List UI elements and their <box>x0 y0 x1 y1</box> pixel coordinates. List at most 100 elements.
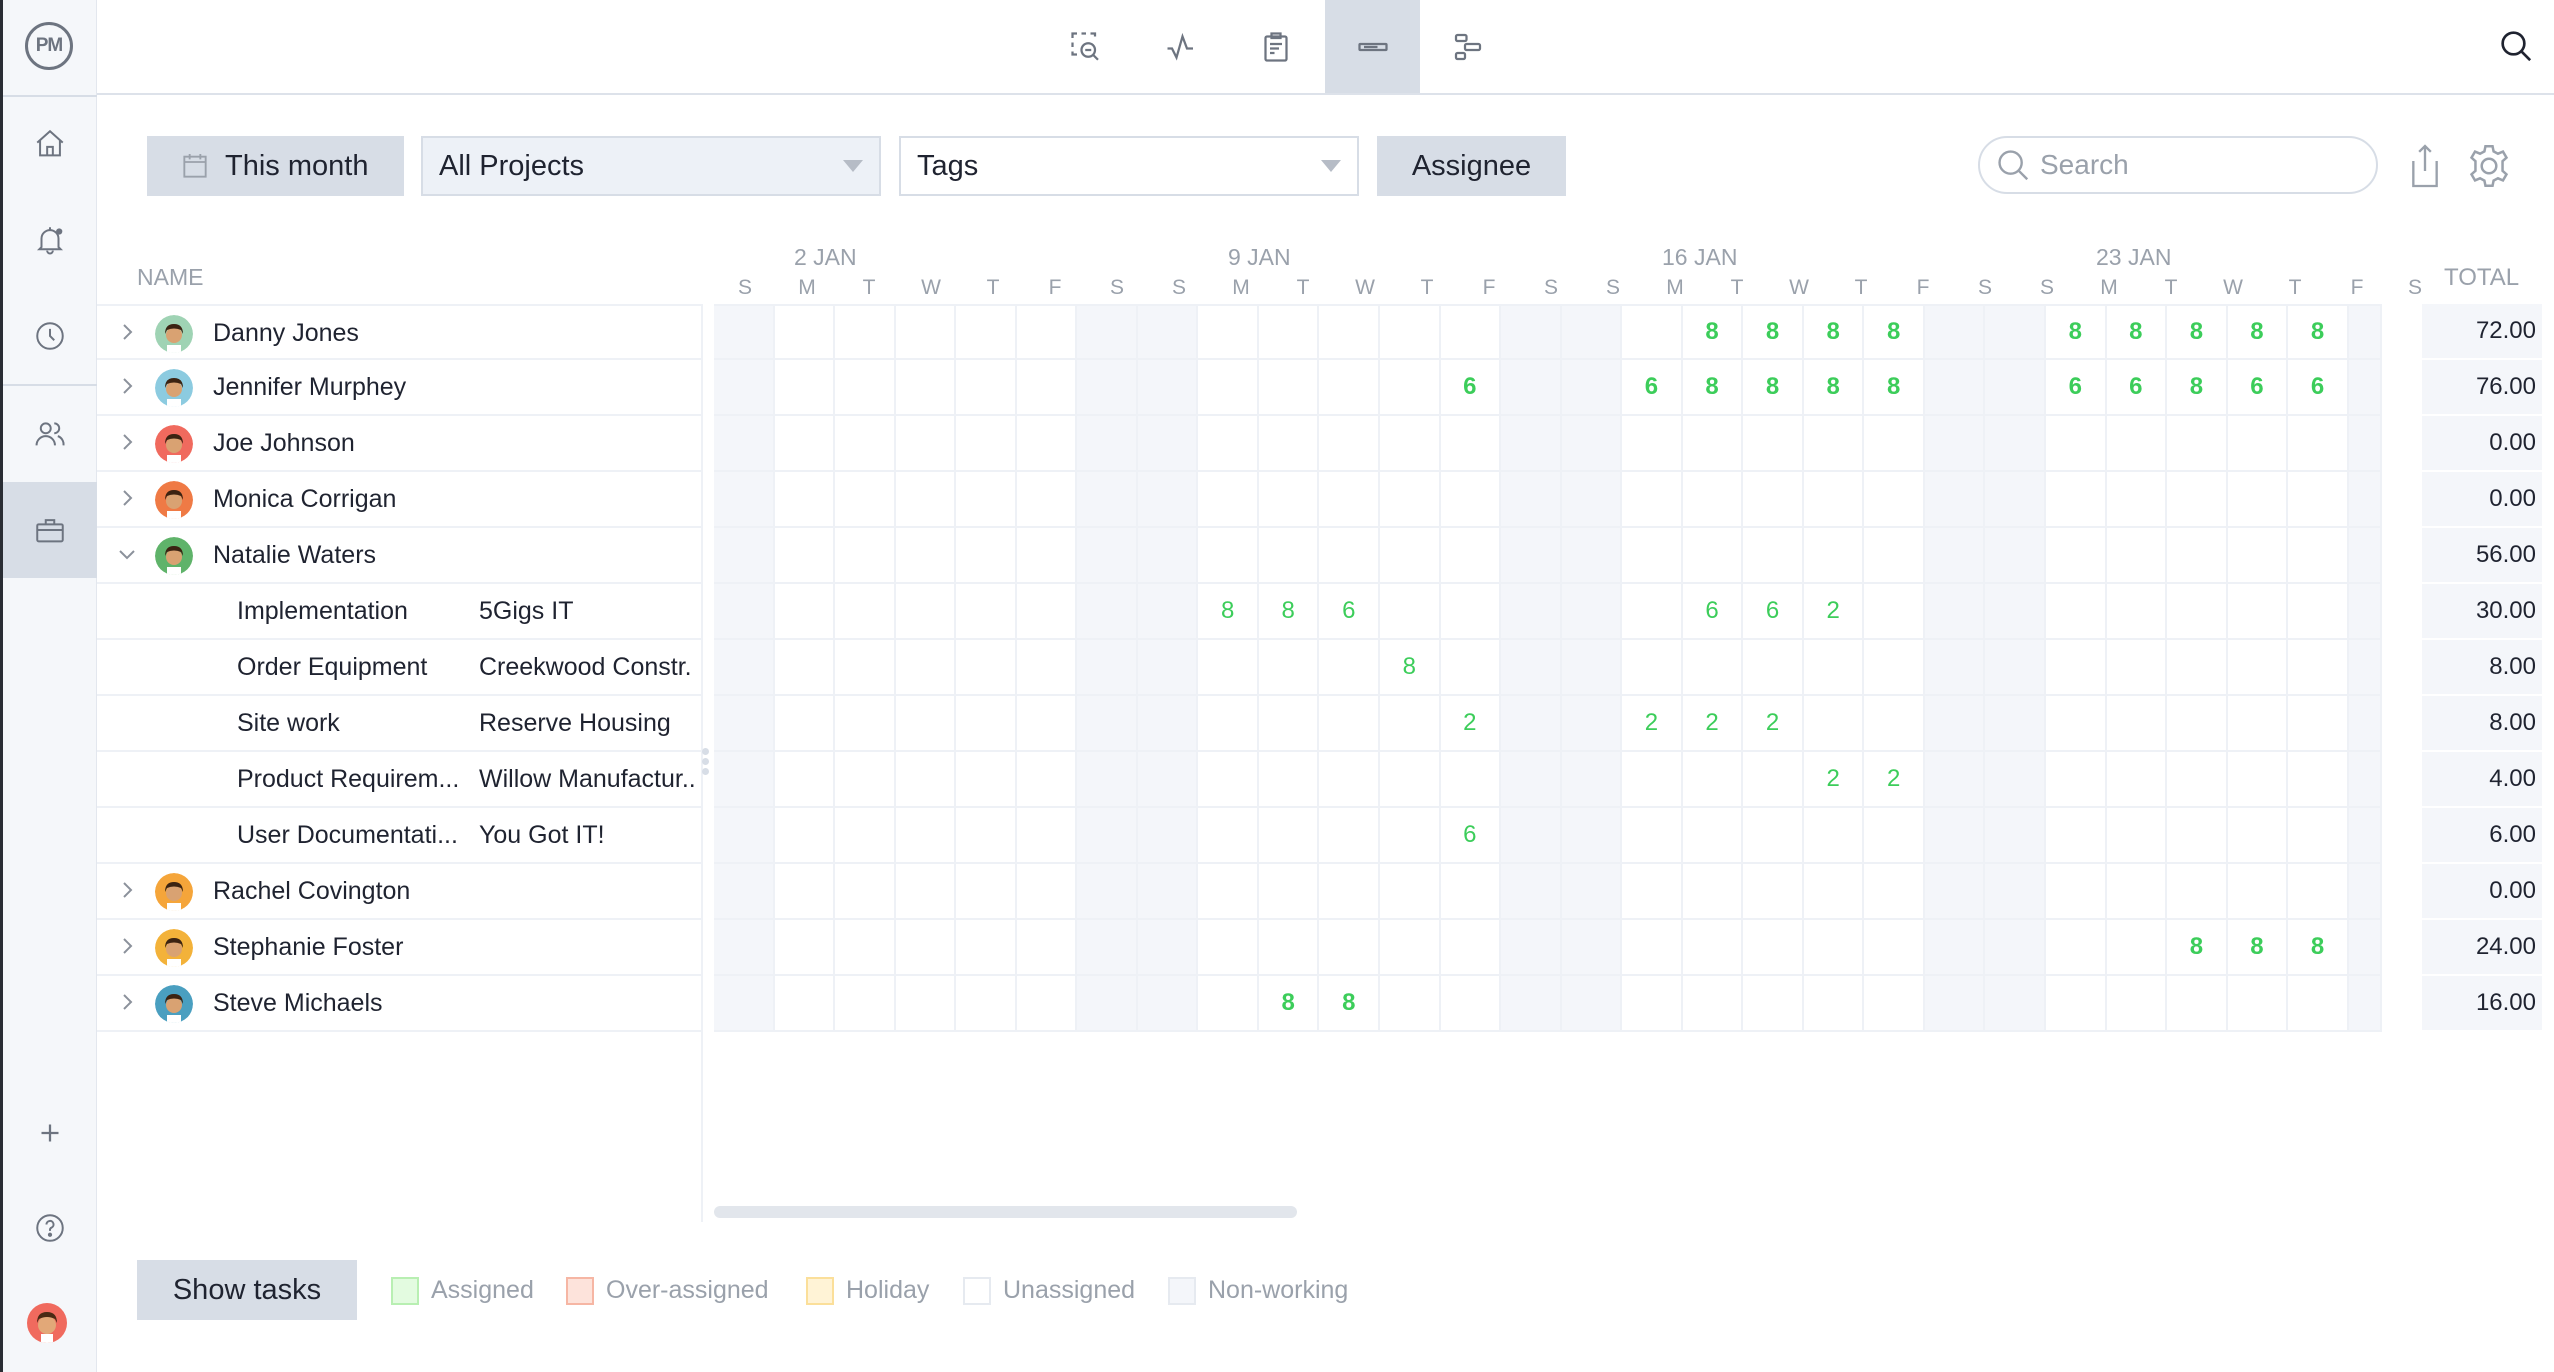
hours-cell[interactable] <box>2348 640 2382 694</box>
hours-cell[interactable] <box>775 696 836 750</box>
hours-cell[interactable] <box>896 360 957 414</box>
hours-cell[interactable] <box>1259 360 1320 414</box>
hours-cell[interactable] <box>775 864 836 918</box>
hours-cell[interactable] <box>1319 640 1381 694</box>
hours-cell[interactable] <box>1259 528 1320 582</box>
hours-cell[interactable] <box>1864 584 1925 638</box>
chevron-right-icon[interactable] <box>115 320 139 344</box>
hours-cell[interactable] <box>1864 864 1925 918</box>
hours-cell[interactable] <box>1441 584 1502 638</box>
hours-cell[interactable] <box>1622 976 1683 1030</box>
hours-cell[interactable] <box>1924 864 1986 918</box>
hours-cell[interactable] <box>1380 584 1441 638</box>
hours-cell[interactable] <box>956 808 1017 862</box>
hours-cell[interactable] <box>2107 976 2168 1030</box>
hours-cell[interactable] <box>2348 306 2382 358</box>
sidebar-add-button[interactable] <box>3 1085 97 1181</box>
hours-cell[interactable]: 8 <box>1319 976 1381 1030</box>
hours-cell[interactable] <box>1864 528 1925 582</box>
hours-cell[interactable] <box>1441 920 1502 974</box>
hours-cell[interactable]: 8 <box>2288 306 2349 358</box>
resource-row[interactable]: Rachel Covington <box>97 864 701 920</box>
hours-cell[interactable] <box>1380 472 1441 526</box>
hours-cell[interactable] <box>1622 528 1683 582</box>
hours-cell[interactable] <box>1319 864 1381 918</box>
hours-cell[interactable] <box>2288 472 2349 526</box>
task-row[interactable]: Implementation 5Gigs IT <box>97 584 701 640</box>
hours-cell[interactable] <box>1198 306 1259 358</box>
hours-cell[interactable] <box>1077 528 1138 582</box>
hours-cell[interactable]: 8 <box>1683 360 1744 414</box>
hours-cell[interactable] <box>1683 920 1744 974</box>
tags-select[interactable]: Tags <box>899 136 1359 196</box>
hours-cell[interactable]: 8 <box>2167 360 2228 414</box>
show-tasks-button[interactable]: Show tasks <box>137 1260 357 1320</box>
export-button[interactable] <box>2400 138 2450 194</box>
hours-cell[interactable] <box>1137 920 1199 974</box>
hours-cell[interactable] <box>1683 528 1744 582</box>
hours-cell[interactable] <box>1319 360 1381 414</box>
hours-cell[interactable] <box>2046 472 2107 526</box>
hours-cell[interactable] <box>1441 472 1502 526</box>
hours-cell[interactable] <box>1985 360 2047 414</box>
hours-cell[interactable] <box>896 920 957 974</box>
hours-cell[interactable] <box>1441 528 1502 582</box>
hours-cell[interactable]: 2 <box>1864 752 1925 806</box>
hours-cell[interactable] <box>896 528 957 582</box>
hours-cell[interactable] <box>1622 584 1683 638</box>
hours-cell[interactable] <box>1077 416 1138 470</box>
hours-cell[interactable] <box>1380 416 1441 470</box>
hours-cell[interactable] <box>714 472 775 526</box>
chevron-down-icon[interactable] <box>115 542 139 566</box>
hours-cell[interactable] <box>775 472 836 526</box>
hours-cell[interactable] <box>1198 640 1259 694</box>
hours-cell[interactable] <box>1683 864 1744 918</box>
sidebar-item-notifications[interactable] <box>3 192 97 288</box>
hours-cell[interactable] <box>775 306 836 358</box>
hours-cell[interactable] <box>2167 640 2228 694</box>
hours-cell[interactable] <box>1985 640 2047 694</box>
hours-cell[interactable] <box>714 808 775 862</box>
hours-cell[interactable] <box>714 976 775 1030</box>
hours-cell[interactable] <box>2228 584 2289 638</box>
hours-cell[interactable] <box>1259 696 1320 750</box>
hours-cell[interactable] <box>956 864 1017 918</box>
hours-cell[interactable] <box>2348 360 2382 414</box>
hours-cell[interactable] <box>1985 472 2047 526</box>
hours-cell[interactable] <box>2046 416 2107 470</box>
task-row[interactable]: Product Requirem... Willow Manufactur.. <box>97 752 701 808</box>
hours-cell[interactable] <box>2107 416 2168 470</box>
global-search-button[interactable] <box>2496 26 2536 66</box>
hours-cell[interactable] <box>1924 306 1986 358</box>
hours-cell[interactable] <box>1924 360 1986 414</box>
search-input[interactable] <box>2040 149 2360 181</box>
hours-cell[interactable] <box>1501 416 1562 470</box>
hours-cell[interactable] <box>1259 808 1320 862</box>
hours-cell[interactable] <box>2046 584 2107 638</box>
hours-cell[interactable] <box>2167 976 2228 1030</box>
resource-row[interactable]: Natalie Waters <box>97 528 701 584</box>
hours-cell[interactable] <box>1380 808 1441 862</box>
hours-cell[interactable] <box>1561 696 1623 750</box>
hours-cell[interactable] <box>1259 416 1320 470</box>
hours-cell[interactable] <box>2348 808 2382 862</box>
chevron-right-icon[interactable] <box>115 934 139 958</box>
hours-cell[interactable] <box>1501 640 1562 694</box>
hours-cell[interactable] <box>1924 808 1986 862</box>
hours-cell[interactable]: 8 <box>1743 360 1804 414</box>
hours-cell[interactable] <box>1985 752 2047 806</box>
hours-cell[interactable] <box>2228 752 2289 806</box>
hours-cell[interactable]: 2 <box>1804 752 1865 806</box>
hours-cell[interactable]: 8 <box>1743 306 1804 358</box>
hours-cell[interactable] <box>1501 808 1562 862</box>
date-range-button[interactable]: This month <box>147 136 404 196</box>
hours-cell[interactable] <box>2107 696 2168 750</box>
hours-cell[interactable] <box>1561 528 1623 582</box>
hours-cell[interactable] <box>1017 696 1078 750</box>
hours-cell[interactable] <box>835 920 896 974</box>
hours-cell[interactable] <box>1924 976 1986 1030</box>
hours-cell[interactable] <box>1924 640 1986 694</box>
hours-cell[interactable] <box>1501 696 1562 750</box>
hours-cell[interactable] <box>1622 472 1683 526</box>
hours-cell[interactable] <box>2046 864 2107 918</box>
